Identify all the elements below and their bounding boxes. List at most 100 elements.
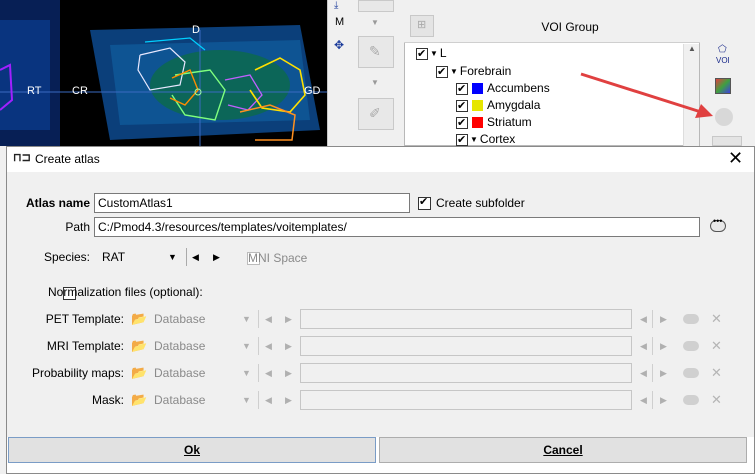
clear-icon[interactable]: ✕ (711, 391, 722, 409)
mode-m-button[interactable]: M (335, 16, 344, 28)
next-species-icon[interactable]: ▶ (213, 248, 220, 266)
folder-icon: 📂 (131, 338, 148, 353)
color-swatch (472, 117, 483, 129)
next-icon[interactable]: ▶ (660, 364, 667, 382)
next-icon[interactable]: ▶ (660, 337, 667, 355)
folder-icon: 📂 (131, 311, 148, 326)
tree-row-forebrain[interactable]: ▼Forebrain (436, 63, 512, 81)
tree-label: Cortex (479, 132, 516, 146)
tool-brush-button[interactable]: ✐ (358, 98, 394, 130)
divider (652, 364, 653, 382)
file-input[interactable] (300, 309, 632, 329)
next-icon[interactable]: ▶ (660, 310, 667, 328)
tree-checkbox[interactable] (436, 64, 448, 81)
next-icon[interactable]: ▶ (285, 310, 292, 328)
divider (186, 248, 187, 266)
tree-checkbox[interactable] (416, 46, 428, 63)
browse-icon[interactable] (683, 368, 699, 378)
tool-pen-button[interactable]: ✎ (358, 36, 394, 68)
prev-icon[interactable]: ◀ (640, 391, 647, 409)
source-select[interactable]: Database (154, 364, 205, 382)
tree-row-striatum[interactable]: Striatum (456, 114, 532, 132)
browse-icon[interactable] (683, 341, 699, 351)
brush-icon: ✐ (369, 105, 381, 121)
color-swatch (472, 83, 483, 95)
expand-triangle-icon[interactable]: ▼ (430, 49, 438, 58)
cancel-button[interactable]: Cancel (379, 437, 747, 463)
file-input[interactable] (300, 363, 632, 383)
scroll-up-icon[interactable]: ▲ (688, 44, 696, 53)
prev-icon[interactable]: ◀ (265, 310, 272, 328)
prev-icon[interactable]: ◀ (640, 337, 647, 355)
orientation-label-gd: GD (304, 85, 321, 97)
divider (652, 391, 653, 409)
image-viewer[interactable]: RT CR D GD (0, 0, 327, 146)
tree-label: Forebrain (459, 64, 512, 78)
crosshair-icon[interactable]: ✥ (334, 38, 344, 52)
source-select[interactable]: Database (154, 310, 205, 328)
ok-label: Ok (183, 443, 200, 457)
prev-species-icon[interactable]: ◀ (192, 248, 199, 266)
clear-icon[interactable]: ✕ (711, 310, 722, 328)
tree-row-amygdala[interactable]: Amygdala (456, 97, 541, 115)
tree-label: Striatum (487, 115, 532, 129)
species-value: RAT (102, 250, 126, 264)
row-label: MRI Template: (46, 339, 124, 353)
expand-triangle-icon[interactable]: ▼ (470, 135, 478, 144)
close-icon[interactable]: ✕ (728, 148, 743, 168)
voi-tool-button[interactable]: ⬠ VOI (712, 44, 742, 70)
toolbar-button-top[interactable] (358, 0, 394, 12)
ok-button[interactable]: Ok (8, 437, 376, 463)
chevron-down-icon[interactable]: ▼ (242, 337, 251, 355)
prev-icon[interactable]: ◀ (265, 364, 272, 382)
tree-row-l[interactable]: ▼L (416, 45, 447, 63)
dialog-title: Create atlas (35, 152, 100, 166)
tree-label: L (439, 46, 447, 60)
app-icon: ⊓⊐ (13, 152, 31, 164)
clear-icon[interactable]: ✕ (711, 364, 722, 382)
file-input[interactable] (300, 390, 632, 410)
next-icon[interactable]: ▶ (660, 391, 667, 409)
clear-icon[interactable]: ✕ (711, 337, 722, 355)
tree-checkbox[interactable] (456, 98, 468, 115)
next-icon[interactable]: ▶ (285, 364, 292, 382)
next-icon[interactable]: ▶ (285, 337, 292, 355)
side-toolbar: ⤓ M ✥ ▼ ✎ ▼ ✐ (327, 0, 397, 146)
voi-add-button[interactable]: ⊞ (410, 15, 434, 37)
prev-icon[interactable]: ◀ (640, 364, 647, 382)
chevron-down-icon[interactable]: ▼ (371, 18, 379, 27)
chevron-down-icon[interactable]: ▼ (242, 391, 251, 409)
voi-tool-button-2[interactable] (712, 136, 742, 146)
tree-checkbox[interactable] (456, 81, 468, 98)
prev-icon[interactable]: ◀ (640, 310, 647, 328)
expand-triangle-icon[interactable]: ▼ (450, 67, 458, 76)
color-swatch (472, 100, 483, 112)
tree-row-accumbens[interactable]: Accumbens (456, 80, 550, 98)
tree-checkbox[interactable] (456, 115, 468, 132)
voi-group-title: VOI Group (541, 20, 599, 34)
path-input[interactable]: C:/Pmod4.3/resources/templates/voitempla… (94, 217, 700, 237)
next-icon[interactable]: ▶ (285, 391, 292, 409)
chevron-down-icon: ▼ (168, 252, 177, 262)
prev-icon[interactable]: ◀ (265, 337, 272, 355)
tree-label: Amygdala (487, 98, 541, 112)
browse-icon[interactable] (683, 314, 699, 324)
species-select[interactable]: RAT ▼ (98, 247, 182, 267)
tree-label: Accumbens (487, 81, 550, 95)
atlas-name-label: Atlas name (25, 196, 90, 210)
browse-icon[interactable] (683, 395, 699, 405)
source-select[interactable]: Database (154, 391, 205, 409)
file-input[interactable] (300, 336, 632, 356)
chevron-down-icon[interactable]: ▼ (242, 364, 251, 382)
folder-icon: 📂 (131, 392, 148, 407)
arrow-down-icon[interactable]: ⤓ (334, 0, 338, 11)
atlas-name-input[interactable]: CustomAtlas1 (94, 193, 410, 213)
chevron-down-icon[interactable]: ▼ (242, 310, 251, 328)
chevron-down-icon[interactable]: ▼ (371, 78, 379, 87)
orientation-label-cr: CR (72, 85, 88, 97)
source-select[interactable]: Database (154, 337, 205, 355)
browse-folder-button[interactable]: ••• (710, 216, 726, 232)
prev-icon[interactable]: ◀ (265, 391, 272, 409)
create-subfolder-checkbox[interactable] (418, 195, 431, 211)
tree-checkbox[interactable] (456, 132, 468, 149)
